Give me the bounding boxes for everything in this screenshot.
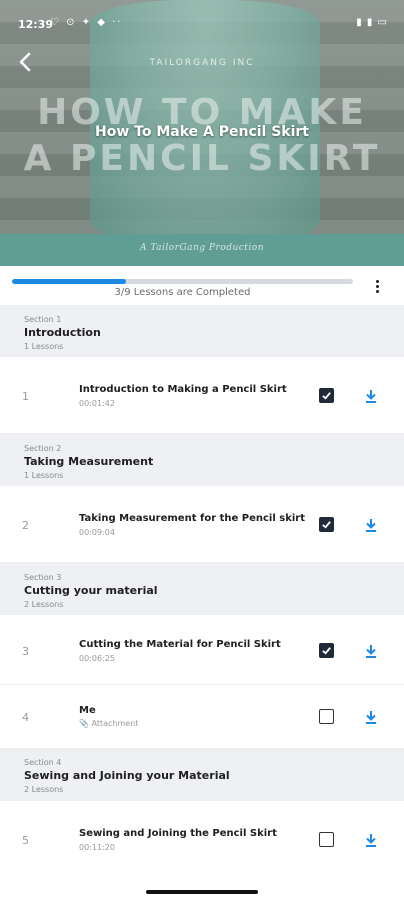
hero-production-credit: A TailorGang Production bbox=[139, 243, 265, 253]
hero-big-line-2: A PENCIL SKIRT bbox=[23, 138, 381, 179]
lesson-complete-checkbox[interactable] bbox=[319, 643, 334, 658]
check-icon bbox=[322, 392, 331, 400]
hero-brand: TAILORGANG INC bbox=[149, 58, 255, 68]
download-button[interactable] bbox=[363, 388, 379, 404]
section-lesson-count: 2 Lessons bbox=[24, 600, 64, 609]
lesson-title: Introduction to Making a Pencil Skirt bbox=[79, 384, 287, 395]
section-header: Section 3 Cutting your material 2 Lesson… bbox=[0, 563, 404, 615]
check-icon bbox=[322, 647, 331, 655]
status-time: 12:39 bbox=[18, 18, 54, 31]
lesson-list: Section 1 Introduction 1 Lessons 1 Intro… bbox=[0, 305, 404, 879]
lesson-complete-checkbox[interactable] bbox=[319, 388, 334, 403]
section-label: Section 3 bbox=[24, 573, 62, 582]
lesson-number: 5 bbox=[22, 834, 29, 847]
lesson-row[interactable]: 4 Me 📎 Attachment bbox=[0, 685, 404, 749]
section-lesson-count: 1 Lessons bbox=[24, 471, 64, 480]
course-hero: TAILORGANG INC HOW TO MAKE A PENCIL SKIR… bbox=[0, 0, 404, 266]
lesson-complete-checkbox[interactable] bbox=[319, 517, 334, 532]
more-dot-icon bbox=[375, 280, 379, 283]
check-icon bbox=[322, 521, 331, 529]
course-progress-bar bbox=[12, 279, 353, 284]
section-label: Section 1 bbox=[24, 315, 62, 324]
lesson-row[interactable]: 5 Sewing and Joining the Pencil Skirt 00… bbox=[0, 801, 404, 879]
section-title: Introduction bbox=[24, 326, 101, 339]
lesson-duration: 00:01:42 bbox=[79, 399, 115, 408]
lesson-title: Taking Measurement for the Pencil skirt bbox=[79, 513, 306, 524]
download-button[interactable] bbox=[363, 832, 379, 848]
system-icons: ▮ ▮ ▭ bbox=[356, 17, 388, 28]
lesson-row[interactable]: 2 Taking Measurement for the Pencil skir… bbox=[0, 486, 404, 563]
download-button[interactable] bbox=[363, 709, 379, 725]
section-lesson-count: 1 Lessons bbox=[24, 342, 64, 351]
download-button[interactable] bbox=[363, 517, 379, 533]
lesson-duration: 00:09:04 bbox=[79, 528, 115, 537]
download-icon bbox=[366, 711, 376, 724]
lesson-title: Me bbox=[79, 705, 96, 716]
lesson-title: Cutting the Material for Pencil Skirt bbox=[79, 639, 281, 650]
more-dot-icon bbox=[375, 290, 379, 293]
lesson-complete-checkbox[interactable] bbox=[319, 709, 334, 724]
home-indicator[interactable] bbox=[146, 890, 258, 894]
lesson-row[interactable]: 1 Introduction to Making a Pencil Skirt … bbox=[0, 357, 404, 434]
status-bar: 12:39 ♡ ⊙ ✦ ◆ ·· ▮ ▮ ▭ bbox=[0, 0, 404, 31]
lesson-attachment: 📎 Attachment bbox=[79, 719, 139, 728]
back-button[interactable] bbox=[14, 50, 38, 74]
section-lesson-count: 2 Lessons bbox=[24, 785, 64, 794]
section-header: Section 1 Introduction 1 Lessons bbox=[0, 305, 404, 357]
progress-label: 3/9 Lessons are Completed bbox=[114, 287, 251, 298]
download-icon bbox=[366, 834, 376, 847]
section-label: Section 4 bbox=[24, 758, 62, 767]
section-title: Cutting your material bbox=[24, 584, 158, 597]
lesson-number: 3 bbox=[22, 645, 29, 658]
section-header: Section 4 Sewing and Joining your Materi… bbox=[0, 749, 404, 801]
download-icon bbox=[366, 390, 376, 403]
notification-icons: ♡ ⊙ ✦ ◆ ·· bbox=[50, 17, 123, 28]
section-title: Sewing and Joining your Material bbox=[24, 769, 230, 782]
lesson-number: 2 bbox=[22, 519, 29, 532]
section-label: Section 2 bbox=[24, 444, 62, 453]
lesson-title: Sewing and Joining the Pencil Skirt bbox=[79, 828, 277, 839]
attachment-icon: 📎 bbox=[79, 719, 92, 728]
back-arrow-icon bbox=[19, 52, 31, 72]
course-title: How To Make A Pencil Skirt bbox=[95, 124, 309, 140]
section-header: Section 2 Taking Measurement 1 Lessons bbox=[0, 434, 404, 486]
lesson-number: 1 bbox=[22, 390, 29, 403]
more-options-button[interactable] bbox=[368, 278, 386, 298]
course-progress-fill bbox=[12, 279, 126, 284]
lesson-complete-checkbox[interactable] bbox=[319, 832, 334, 847]
download-icon bbox=[366, 645, 376, 658]
download-icon bbox=[366, 519, 376, 532]
lesson-duration: 00:11:20 bbox=[79, 843, 115, 852]
lesson-duration: 00:06:25 bbox=[79, 654, 115, 663]
lesson-number: 4 bbox=[22, 711, 29, 724]
download-button[interactable] bbox=[363, 643, 379, 659]
lesson-row[interactable]: 3 Cutting the Material for Pencil Skirt … bbox=[0, 615, 404, 685]
more-dot-icon bbox=[375, 285, 379, 288]
section-title: Taking Measurement bbox=[24, 455, 154, 468]
